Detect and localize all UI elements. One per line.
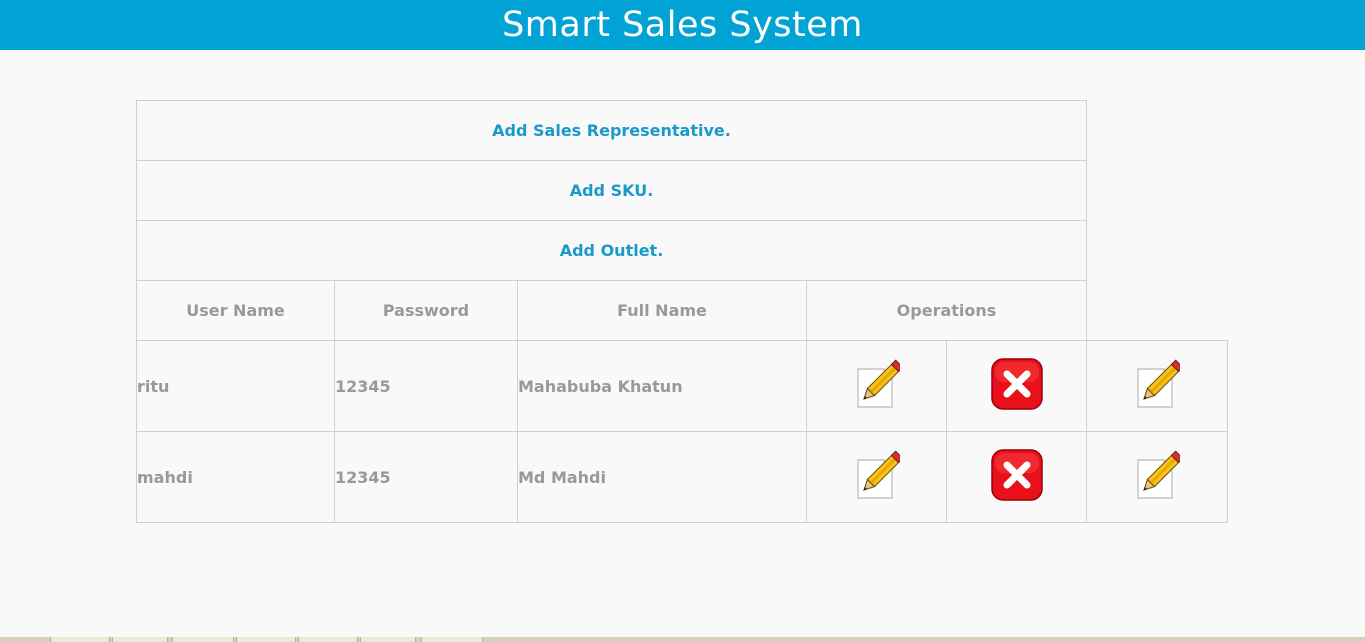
taskbar-tab[interactable] bbox=[50, 637, 110, 642]
taskbar-tab[interactable] bbox=[172, 637, 234, 642]
delete-icon[interactable] bbox=[990, 358, 1043, 414]
full-name-cell: Mahabuba Khatun bbox=[517, 340, 807, 432]
column-header-user-name: User Name bbox=[136, 280, 335, 341]
taskbar-tab[interactable] bbox=[236, 637, 296, 642]
taskbar-tab[interactable] bbox=[298, 637, 358, 642]
taskbar-tab[interactable] bbox=[112, 637, 168, 642]
column-header-operations: Operations bbox=[806, 280, 1087, 341]
password-cell: 12345 bbox=[334, 340, 518, 432]
password-cell: 12345 bbox=[334, 431, 518, 523]
admin-table: Add Sales Representative. Add SKU. Add O… bbox=[136, 100, 1228, 523]
edit-icon[interactable] bbox=[1134, 359, 1184, 413]
column-header-full-name: Full Name bbox=[517, 280, 807, 341]
link-row-add-outlet: Add Outlet. bbox=[136, 220, 1228, 281]
taskbar-tab[interactable] bbox=[360, 637, 416, 642]
add-sales-representative-link[interactable]: Add Sales Representative. bbox=[492, 121, 731, 140]
full-name-cell: Md Mahdi bbox=[517, 431, 807, 523]
add-outlet-link[interactable]: Add Outlet. bbox=[560, 241, 664, 260]
app-title: Smart Sales System bbox=[502, 5, 863, 45]
table-row: mahdi 12345 Md Mahdi bbox=[136, 431, 1228, 523]
edit-icon[interactable] bbox=[854, 450, 903, 504]
add-sku-link[interactable]: Add SKU. bbox=[570, 181, 654, 200]
delete-icon[interactable] bbox=[990, 449, 1043, 505]
link-row-add-sales-rep: Add Sales Representative. bbox=[136, 100, 1228, 161]
user-name-cell: mahdi bbox=[136, 431, 335, 523]
user-name-cell: ritu bbox=[136, 340, 335, 432]
link-row-add-sku: Add SKU. bbox=[136, 160, 1228, 221]
app-header: Smart Sales System bbox=[0, 0, 1365, 50]
table-row: ritu 12345 Mahabuba Khatun bbox=[136, 340, 1228, 432]
taskbar-tab[interactable] bbox=[421, 637, 483, 642]
table-header-row: User Name Password Full Name Operations bbox=[136, 280, 1228, 341]
edit-icon[interactable] bbox=[854, 359, 903, 413]
edit-icon[interactable] bbox=[1134, 450, 1184, 504]
column-header-password: Password bbox=[334, 280, 518, 341]
